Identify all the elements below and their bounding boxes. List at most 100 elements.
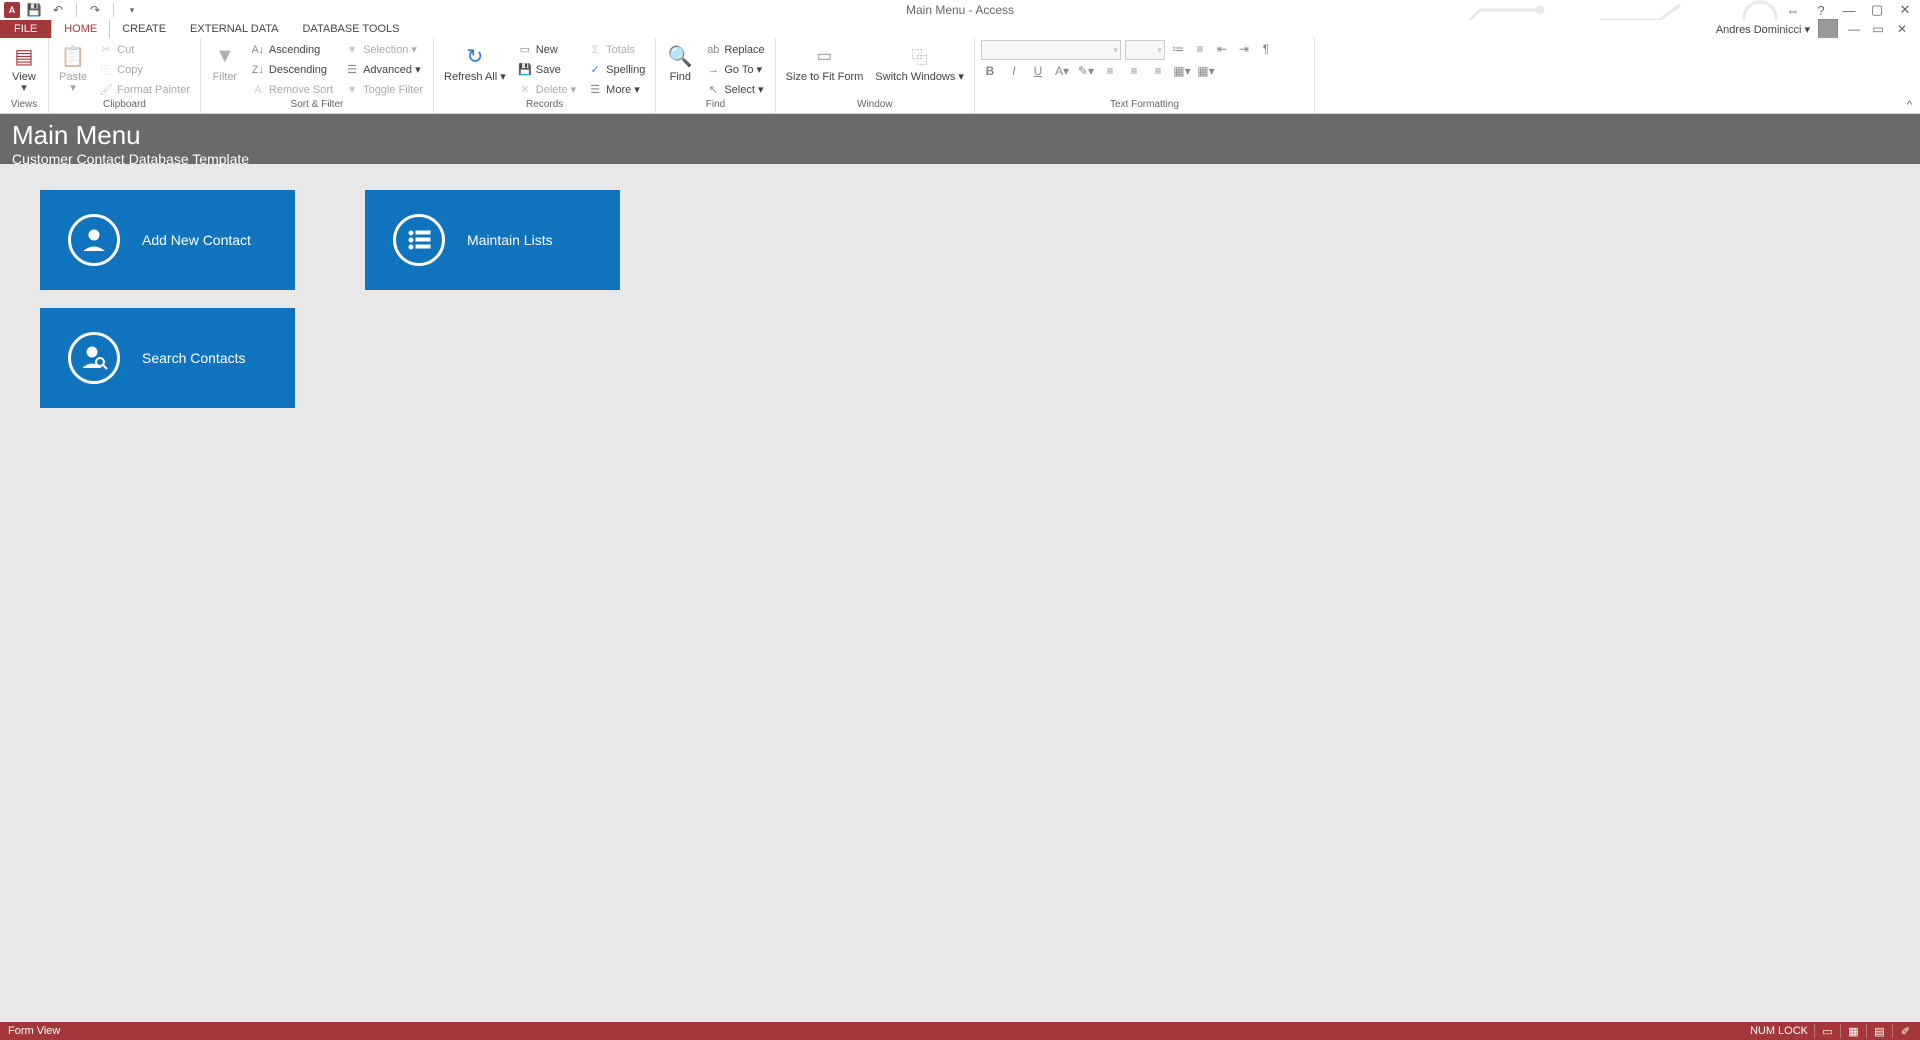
- spelling-button[interactable]: ✓Spelling: [584, 60, 649, 79]
- size-to-fit-button[interactable]: ▭ Size to Fit Form: [782, 40, 868, 85]
- redo-icon[interactable]: ↷: [87, 2, 103, 18]
- delete-icon: ✕: [518, 83, 532, 97]
- design-view-icon[interactable]: ✐: [1892, 1024, 1912, 1038]
- quick-access-toolbar: 💾 ↶ ↷ ▾: [26, 2, 140, 18]
- filter-button[interactable]: ▼ Filter: [207, 40, 243, 85]
- group-clipboard: 📋 Paste▾ ✂Cut ⿻Copy 🖌Format Painter Clip…: [49, 38, 201, 113]
- selection-icon: ▼: [345, 43, 359, 57]
- group-records: ↻ Refresh All ▾ ▭New 💾Save ✕Delete ▾ ΣTo…: [434, 38, 656, 113]
- close-icon[interactable]: ✕: [1896, 2, 1914, 18]
- more-icon: ☰: [588, 83, 602, 97]
- paste-button[interactable]: 📋 Paste▾: [55, 40, 91, 96]
- user-name[interactable]: Andres Dominicci ▾: [1716, 23, 1810, 36]
- save-record-button[interactable]: 💾Save: [514, 60, 580, 79]
- undo-icon[interactable]: ↶: [50, 2, 66, 18]
- save-icon[interactable]: 💾: [26, 2, 42, 18]
- tile-search-contacts[interactable]: Search Contacts: [40, 308, 295, 408]
- spelling-icon: ✓: [588, 63, 602, 77]
- totals-button[interactable]: ΣTotals: [584, 40, 649, 59]
- font-color-icon[interactable]: A▾: [1053, 62, 1071, 80]
- group-label-sortfilter: Sort & Filter: [207, 99, 427, 113]
- tile-add-new-contact[interactable]: Add New Contact: [40, 190, 295, 290]
- tile-maintain-lists[interactable]: Maintain Lists: [365, 190, 620, 290]
- descending-button[interactable]: Z↓Descending: [247, 60, 337, 79]
- form-view-icon[interactable]: ▭: [1814, 1024, 1834, 1038]
- advanced-icon: ☰: [345, 63, 359, 77]
- highlight-icon[interactable]: ✎▾: [1077, 62, 1095, 80]
- layout-view-icon[interactable]: ▤: [1866, 1024, 1886, 1038]
- goto-icon: →: [706, 63, 720, 77]
- align-right-icon[interactable]: ≡: [1149, 62, 1167, 80]
- sub-restore-icon[interactable]: ▭: [1870, 21, 1886, 37]
- avatar[interactable]: [1818, 19, 1838, 39]
- funnel-icon: ▼: [211, 42, 239, 70]
- paragraph-dir-icon[interactable]: ¶: [1257, 40, 1275, 58]
- bullets-icon[interactable]: ≔: [1169, 40, 1187, 58]
- italic-icon[interactable]: I: [1005, 62, 1023, 80]
- group-views: ▤ View▾ Views: [0, 38, 49, 113]
- cut-button[interactable]: ✂Cut: [95, 40, 194, 59]
- qat-customize-icon[interactable]: ▾: [124, 2, 140, 18]
- find-button[interactable]: 🔍 Find: [662, 40, 698, 85]
- font-name-combo[interactable]: [981, 40, 1121, 60]
- indent-icon[interactable]: ⇥: [1235, 40, 1253, 58]
- fullscreen-icon[interactable]: ⇔: [1784, 2, 1802, 18]
- tab-database-tools[interactable]: DATABASE TOOLS: [290, 20, 411, 38]
- person-plus-icon: [68, 214, 120, 266]
- tab-home[interactable]: HOME: [51, 20, 110, 38]
- replace-button[interactable]: abReplace: [702, 40, 768, 59]
- ribbon: ▤ View▾ Views 📋 Paste▾ ✂Cut ⿻Copy 🖌Forma…: [0, 38, 1920, 114]
- sub-minimize-icon[interactable]: —: [1846, 21, 1862, 37]
- datasheet-view-icon[interactable]: ▦: [1840, 1024, 1860, 1038]
- collapse-ribbon-icon[interactable]: ^: [1907, 99, 1912, 111]
- selection-button[interactable]: ▼Selection ▾: [341, 40, 427, 59]
- goto-button[interactable]: →Go To ▾: [702, 60, 768, 79]
- select-button[interactable]: ↖Select ▾: [702, 80, 768, 99]
- align-left-icon[interactable]: ≡: [1101, 62, 1119, 80]
- minimize-icon[interactable]: —: [1840, 2, 1858, 18]
- tab-create[interactable]: CREATE: [110, 20, 178, 38]
- status-numlock: NUM LOCK: [1750, 1025, 1808, 1037]
- group-label-text-formatting: Text Formatting: [981, 99, 1308, 113]
- fill-color-icon[interactable]: ▦▾: [1173, 62, 1191, 80]
- bold-icon[interactable]: B: [981, 62, 999, 80]
- maximize-icon[interactable]: ▢: [1868, 2, 1886, 18]
- cursor-icon: ↖: [706, 83, 720, 97]
- copy-icon: ⿻: [99, 63, 113, 77]
- remove-sort-button[interactable]: ARemove Sort: [247, 80, 337, 99]
- group-label-clipboard: Clipboard: [55, 99, 194, 113]
- group-text-formatting: ≔ ≡ ⇤ ⇥ ¶ B I U A▾ ✎▾ ≡ ≡ ≡ ▦▾ ▦▾ Text F…: [975, 38, 1315, 113]
- more-button[interactable]: ☰More ▾: [584, 80, 649, 99]
- brush-icon: 🖌: [99, 83, 113, 97]
- view-button[interactable]: ▤ View▾: [6, 40, 42, 96]
- outdent-icon[interactable]: ⇤: [1213, 40, 1231, 58]
- list-icon: [393, 214, 445, 266]
- copy-button[interactable]: ⿻Copy: [95, 60, 194, 79]
- group-label-find: Find: [662, 99, 768, 113]
- refresh-all-button[interactable]: ↻ Refresh All ▾: [440, 40, 510, 85]
- tile-label: Search Contacts: [142, 350, 246, 366]
- remove-sort-icon: A: [251, 83, 265, 97]
- ascending-button[interactable]: A↓Ascending: [247, 40, 337, 59]
- new-icon: ▭: [518, 43, 532, 57]
- gridlines-icon[interactable]: ▦▾: [1197, 62, 1215, 80]
- help-icon[interactable]: ?: [1812, 2, 1830, 18]
- new-button[interactable]: ▭New: [514, 40, 580, 59]
- underline-icon[interactable]: U: [1029, 62, 1047, 80]
- window-title: Main Menu - Access: [906, 3, 1014, 17]
- tab-file[interactable]: FILE: [0, 20, 51, 38]
- scissors-icon: ✂: [99, 43, 113, 57]
- tab-external-data[interactable]: EXTERNAL DATA: [178, 20, 290, 38]
- switch-windows-button[interactable]: ⿻ Switch Windows ▾: [871, 40, 968, 85]
- qat-separator: [76, 3, 77, 17]
- advanced-button[interactable]: ☰Advanced ▾: [341, 60, 427, 79]
- delete-button[interactable]: ✕Delete ▾: [514, 80, 580, 99]
- align-center-icon[interactable]: ≡: [1125, 62, 1143, 80]
- numbering-icon[interactable]: ≡: [1191, 40, 1209, 58]
- font-size-combo[interactable]: [1125, 40, 1165, 60]
- sort-asc-icon: A↓: [251, 43, 265, 57]
- sub-close-icon[interactable]: ✕: [1894, 21, 1910, 37]
- format-painter-button[interactable]: 🖌Format Painter: [95, 80, 194, 99]
- group-label-records: Records: [440, 99, 649, 113]
- toggle-filter-button[interactable]: ▼Toggle Filter: [341, 80, 427, 99]
